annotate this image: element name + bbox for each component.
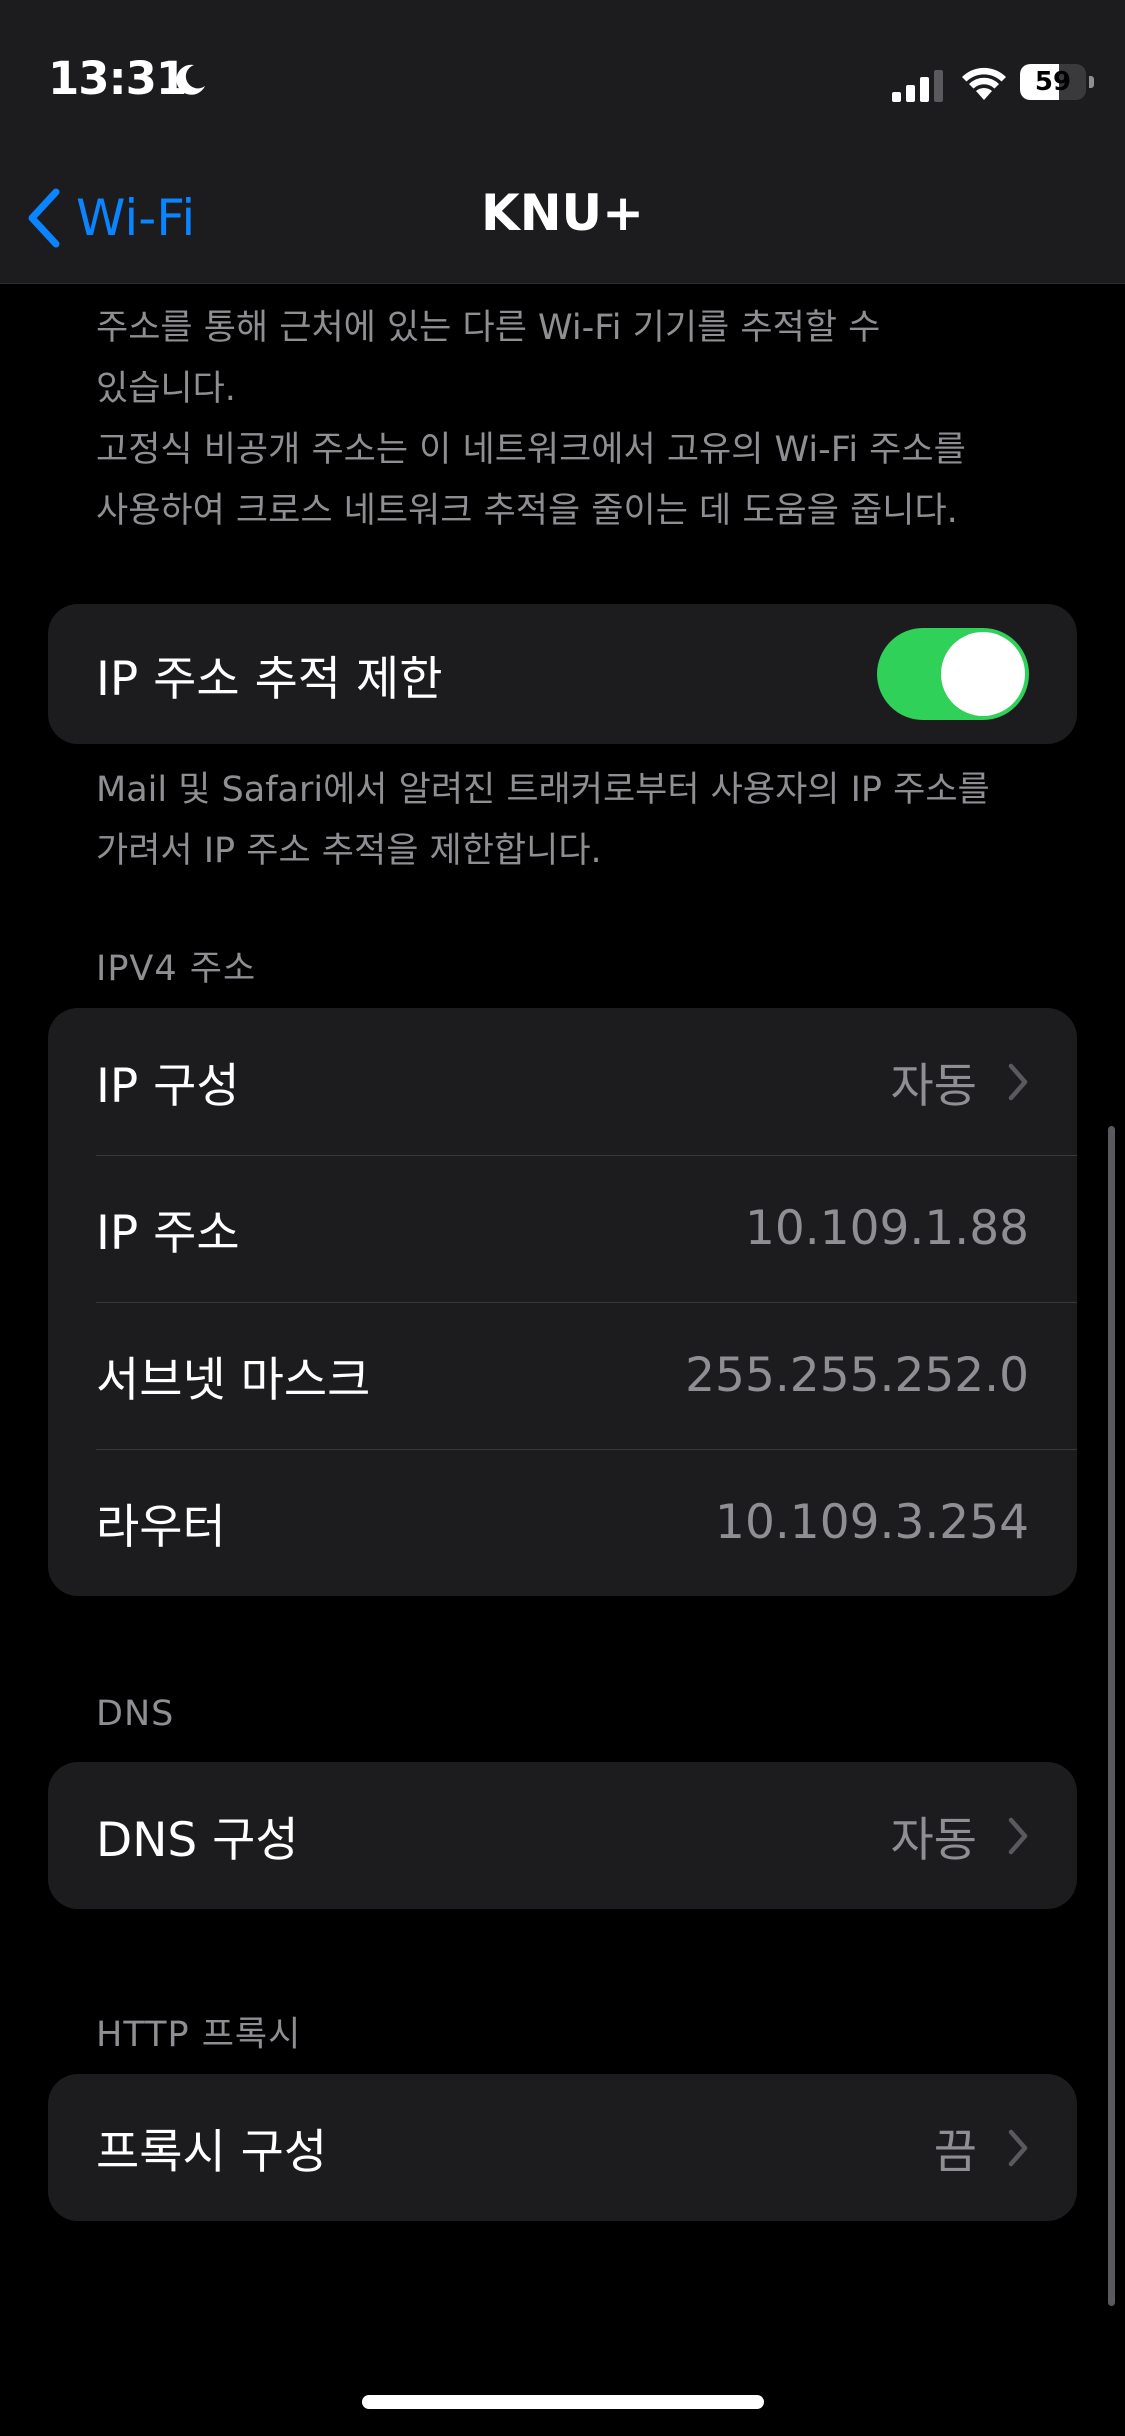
- dns-configure-label: DNS 구성: [96, 1813, 299, 1868]
- subnet-mask-value: 255.255.252.0: [685, 1348, 1029, 1403]
- limit-ip-tracking-footer: Mail 및 Safari에서 알려진 트래커로부터 사용자의 IP 주소를 가…: [96, 760, 1056, 882]
- footer-line: 고정식 비공개 주소는 이 네트워크에서 고유의 Wi-Fi 주소를: [96, 430, 966, 470]
- status-bar: 13:31 59: [0, 0, 1125, 160]
- dns-configure-value: 자동: [890, 1813, 977, 1868]
- router-label: 라우터: [96, 1500, 226, 1555]
- proxy-configure-value: 끔: [933, 2125, 977, 2180]
- home-indicator[interactable]: [362, 2395, 764, 2409]
- chevron-right-icon: [1008, 2129, 1028, 2166]
- wifi-icon: [962, 67, 1006, 100]
- http-proxy-section-header: HTTP 프록시: [96, 2015, 302, 2055]
- ip-address-value: 10.109.1.88: [744, 1201, 1029, 1256]
- limit-ip-tracking-toggle[interactable]: [877, 628, 1029, 720]
- chevron-right-icon: [1008, 1063, 1028, 1100]
- header: 13:31 59 Wi-Fi KNU+: [0, 0, 1125, 284]
- http-proxy-group: 프록시 구성 끔: [48, 2074, 1077, 2221]
- ip-address-row: IP 주소 10.109.1.88: [48, 1155, 1077, 1302]
- page-title: KNU+: [480, 184, 645, 242]
- dns-configure-row[interactable]: DNS 구성 자동: [48, 1762, 1077, 1909]
- ip-configure-row[interactable]: IP 구성 자동: [48, 1008, 1077, 1155]
- proxy-configure-label: 프록시 구성: [96, 2125, 328, 2180]
- scroll-indicator[interactable]: [1108, 1126, 1115, 2306]
- navigation-bar: Wi-Fi KNU+: [0, 160, 1125, 284]
- battery-body: 59: [1020, 64, 1086, 100]
- ip-configure-value: 자동: [890, 1059, 977, 1114]
- battery-cap: [1089, 76, 1094, 88]
- subnet-mask-label: 서브넷 마스크: [96, 1353, 371, 1408]
- limit-ip-tracking-row: IP 주소 추적 제한: [48, 604, 1077, 744]
- footer-line: 주소를 통해 근처에 있는 다른 Wi-Fi 기기를 추적할 수: [96, 308, 881, 348]
- ip-configure-label: IP 구성: [96, 1059, 240, 1114]
- battery-icon: 59: [1020, 64, 1094, 100]
- limit-ip-tracking-group: IP 주소 추적 제한: [48, 604, 1077, 744]
- ipv4-section-header: IPV4 주소: [96, 949, 257, 989]
- proxy-configure-row[interactable]: 프록시 구성 끔: [48, 2074, 1077, 2221]
- battery-level: 59: [1034, 67, 1072, 97]
- dns-group: DNS 구성 자동: [48, 1762, 1077, 1909]
- ipv4-group: IP 구성 자동 IP 주소 10.109.1.88 서브넷 마스크 255.2…: [48, 1008, 1077, 1596]
- signal-icon: [892, 70, 943, 102]
- dns-section-header: DNS: [96, 1694, 175, 1734]
- chevron-right-icon: [1008, 1817, 1028, 1854]
- footer-line: 사용하여 크로스 네트워크 추적을 줄이는 데 도움을 줍니다.: [96, 491, 958, 531]
- router-row: 라우터 10.109.3.254: [48, 1449, 1077, 1596]
- screen: 13:31 59 Wi-Fi KNU+ 주소를 통해 근처에 있는 다른 Wi-…: [0, 0, 1125, 2436]
- footer-line: 있습니다.: [96, 369, 236, 409]
- router-value: 10.109.3.254: [715, 1495, 1029, 1550]
- ip-address-label: IP 주소: [96, 1206, 240, 1261]
- subnet-mask-row: 서브넷 마스크 255.255.252.0: [48, 1302, 1077, 1449]
- private-address-footer: 주소를 통해 근처에 있는 다른 Wi-Fi 기기를 추적할 수 있습니다. 고…: [96, 298, 1056, 542]
- toggle-knob: [941, 632, 1025, 716]
- status-time: 13:31: [48, 52, 187, 105]
- footer-line: Mail 및 Safari에서 알려진 트래커로부터 사용자의 IP 주소를: [96, 770, 990, 810]
- footer-line: 가려서 IP 주소 추적을 제한합니다.: [96, 831, 602, 871]
- moon-icon: [176, 64, 205, 95]
